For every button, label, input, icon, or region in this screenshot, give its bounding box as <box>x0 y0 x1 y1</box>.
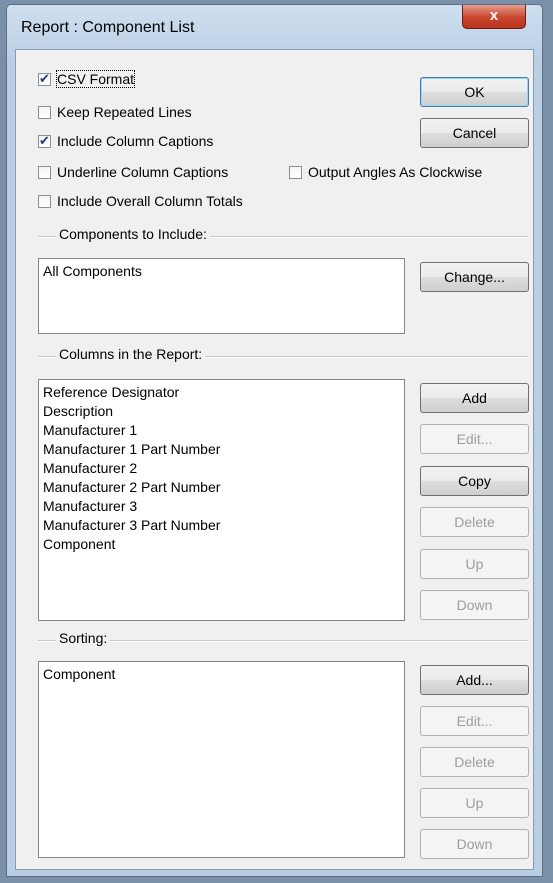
checkbox-box[interactable] <box>289 165 302 179</box>
dialog-body: ✔ CSV Format Keep Repeated Lines ✔ Inclu… <box>15 49 534 870</box>
columns-edit-button[interactable]: Edit... <box>420 424 529 454</box>
list-item[interactable]: Reference Designator <box>43 383 179 402</box>
columns-down-button[interactable]: Down <box>420 590 529 620</box>
list-item[interactable]: All Components <box>43 262 142 281</box>
list-item[interactable]: Manufacturer 3 Part Number <box>43 516 220 535</box>
columns-heading: Columns in the Report: <box>56 346 206 362</box>
sorting-edit-button[interactable]: Edit... <box>420 706 529 736</box>
ok-button[interactable]: OK <box>420 77 529 107</box>
include-overall-column-totals-checkbox[interactable]: Include Overall Column Totals <box>38 190 243 212</box>
sorting-add-button[interactable]: Add... <box>420 665 529 695</box>
include-column-captions-label: Include Column Captions <box>57 133 214 149</box>
columns-delete-button[interactable]: Delete <box>420 507 529 537</box>
sorting-down-button[interactable]: Down <box>420 829 529 859</box>
list-item[interactable]: Manufacturer 2 <box>43 459 137 478</box>
keep-repeated-lines-label: Keep Repeated Lines <box>57 104 192 120</box>
underline-column-captions-checkbox[interactable]: Underline Column Captions <box>38 161 228 183</box>
checkbox-box[interactable] <box>38 165 51 179</box>
underline-column-captions-label: Underline Column Captions <box>57 164 229 180</box>
csv-format-label: CSV Format <box>55 70 136 88</box>
include-column-captions-checkbox[interactable]: ✔ Include Column Captions <box>38 130 213 152</box>
sorting-delete-button[interactable]: Delete <box>420 747 529 777</box>
checkbox-box[interactable] <box>38 105 51 119</box>
divider <box>38 640 528 642</box>
list-item[interactable]: Description <box>43 402 113 421</box>
list-item[interactable]: Component <box>43 665 115 684</box>
change-button[interactable]: Change... <box>420 262 529 292</box>
keep-repeated-lines-checkbox[interactable]: Keep Repeated Lines <box>38 101 192 123</box>
include-overall-column-totals-label: Include Overall Column Totals <box>57 193 243 209</box>
checkbox-box[interactable]: ✔ <box>38 70 51 86</box>
sorting-up-button[interactable]: Up <box>420 788 529 818</box>
output-angles-clockwise-checkbox[interactable]: Output Angles As Clockwise <box>289 161 482 183</box>
components-listbox[interactable]: All Components <box>38 258 405 334</box>
output-angles-clockwise-label: Output Angles As Clockwise <box>308 164 483 180</box>
check-mark-icon: ✔ <box>39 132 50 148</box>
close-icon: x <box>489 7 499 24</box>
list-item[interactable]: Manufacturer 1 <box>43 421 137 440</box>
checkbox-box[interactable]: ✔ <box>38 132 51 148</box>
list-item[interactable]: Manufacturer 2 Part Number <box>43 478 220 497</box>
report-dialog: Report : Component List x ✔ CSV Format K… <box>6 4 543 877</box>
checkbox-box[interactable] <box>38 194 51 208</box>
columns-up-button[interactable]: Up <box>420 549 529 579</box>
check-mark-icon: ✔ <box>39 70 50 86</box>
list-item[interactable]: Manufacturer 3 <box>43 497 137 516</box>
list-item[interactable]: Component <box>43 535 115 554</box>
list-item[interactable]: Manufacturer 1 Part Number <box>43 440 220 459</box>
columns-add-button[interactable]: Add <box>420 383 529 413</box>
sorting-heading: Sorting: <box>56 630 111 646</box>
columns-copy-button[interactable]: Copy <box>420 466 529 496</box>
columns-listbox[interactable]: Reference Designator Description Manufac… <box>38 379 405 621</box>
sorting-listbox[interactable]: Component <box>38 661 405 858</box>
csv-format-checkbox[interactable]: ✔ CSV Format <box>38 68 136 90</box>
close-button[interactable]: x <box>462 5 526 29</box>
components-heading: Components to Include: <box>56 226 210 242</box>
window-title: Report : Component List <box>21 19 195 36</box>
cancel-button[interactable]: Cancel <box>420 118 529 148</box>
title-bar[interactable]: Report : Component List x <box>7 5 542 49</box>
